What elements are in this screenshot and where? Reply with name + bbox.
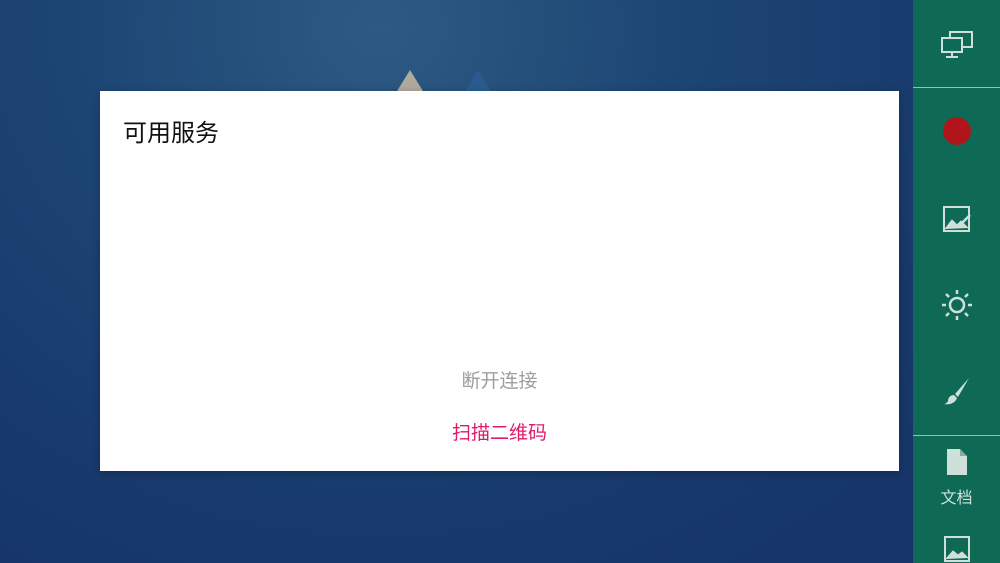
brush-icon: [943, 378, 969, 405]
picture-icon: [943, 536, 970, 562]
document-button[interactable]: [913, 447, 1000, 477]
document-icon: [946, 449, 967, 475]
scan-qr-code-button[interactable]: 扫描二维码: [100, 418, 899, 445]
record-button[interactable]: [913, 106, 1000, 156]
disconnect-button[interactable]: 断开连接: [100, 366, 899, 393]
dialog-title: 可用服务: [123, 119, 219, 147]
toolbar-divider: [913, 435, 1000, 436]
picture-button[interactable]: [913, 533, 1000, 563]
document-label: 文档: [940, 488, 973, 507]
brightness-icon: [941, 290, 972, 320]
screen-mirror-icon: [940, 31, 973, 58]
record-icon: [942, 117, 971, 145]
screen-mirror-button[interactable]: [913, 20, 1000, 70]
available-services-dialog: 可用服务 断开连接 扫描二维码: [100, 91, 899, 471]
brightness-button[interactable]: [913, 280, 1000, 330]
right-toolbar: 文档: [913, 0, 1000, 563]
image-edit-icon: [942, 206, 971, 232]
image-edit-button[interactable]: [913, 194, 1000, 244]
brush-button[interactable]: [913, 366, 1000, 416]
screen: 文档 可用服务 断开连接 扫描二维码: [0, 0, 1000, 563]
toolbar-divider: [913, 87, 1000, 88]
